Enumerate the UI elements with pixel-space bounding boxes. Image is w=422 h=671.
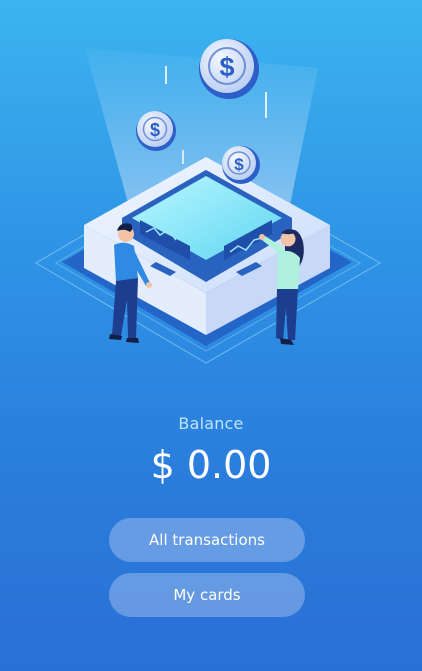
dollar-coin-icon: $ — [199, 39, 259, 99]
balance-amount: $ 0.00 — [150, 443, 272, 487]
svg-text:$: $ — [234, 155, 244, 174]
dollar-coin-icon: $ — [222, 146, 260, 184]
wallet-screen: $ $ $ Balance $ 0.00 All transactions My… — [0, 0, 422, 671]
balance-label: Balance — [178, 414, 244, 433]
my-cards-button[interactable]: My cards — [109, 573, 305, 617]
dollar-coin-icon: $ — [136, 111, 176, 151]
all-transactions-button[interactable]: All transactions — [109, 518, 305, 562]
svg-text:$: $ — [150, 120, 160, 140]
svg-text:$: $ — [219, 52, 234, 82]
hero-illustration: $ $ $ — [35, 39, 382, 364]
